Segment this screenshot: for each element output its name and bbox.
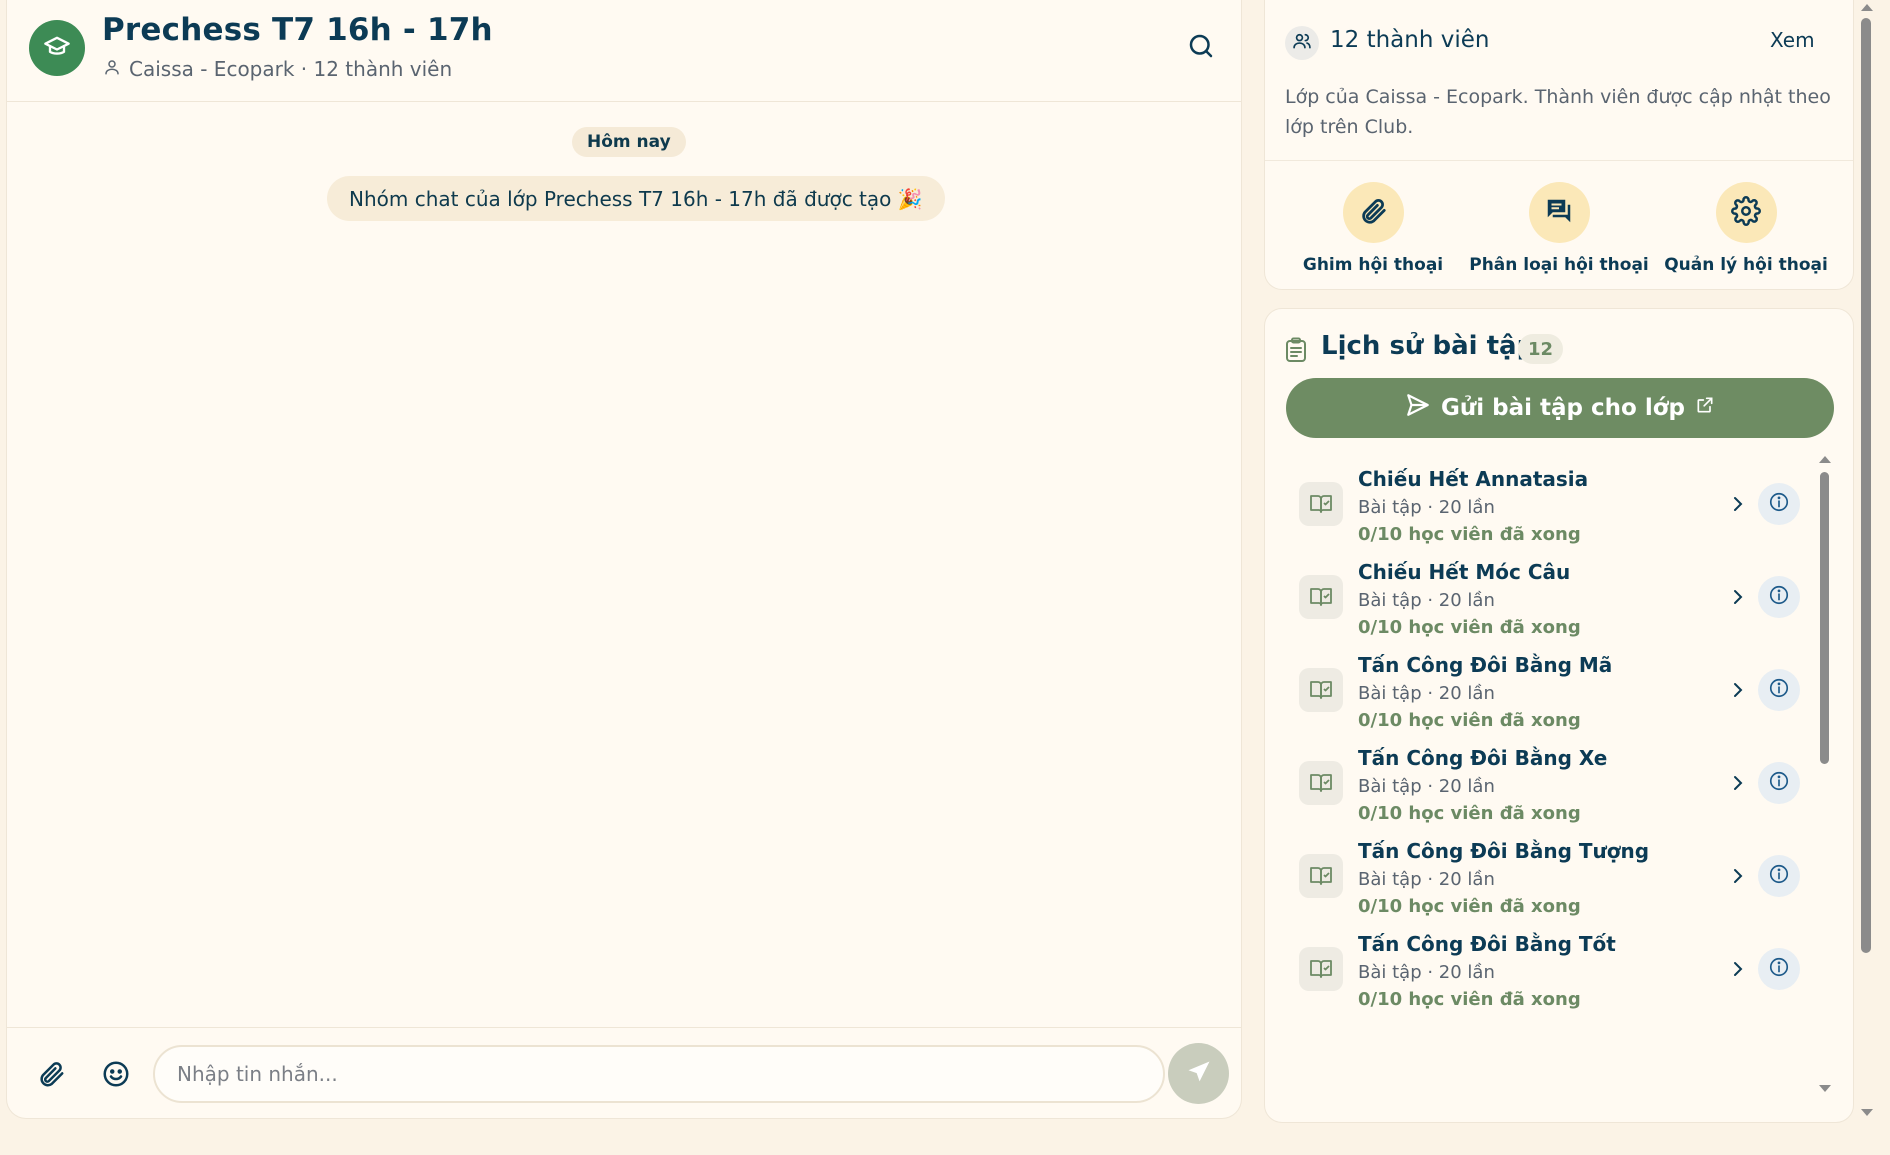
- send-homework-button[interactable]: Gửi bài tập cho lớp: [1286, 378, 1834, 438]
- graduation-cap-icon: [43, 32, 71, 64]
- book-check-icon: [1299, 854, 1343, 898]
- book-check-icon: [1299, 761, 1343, 805]
- page-scrollbar[interactable]: [1858, 0, 1874, 1120]
- homework-name: Tấn Công Đôi Bằng Mã: [1358, 653, 1613, 677]
- action-label: Quản lý hội thoại: [1664, 255, 1828, 275]
- homework-history-card: Lịch sử bài tập 12 Gửi bài tập cho lớp C…: [1264, 308, 1854, 1123]
- homework-progress: 0/10 học viên đã xong: [1358, 710, 1581, 731]
- info-button[interactable]: [1758, 948, 1800, 990]
- manage-conversation-button[interactable]: Quản lý hội thoại: [1651, 182, 1841, 275]
- info-button[interactable]: [1758, 855, 1800, 897]
- homework-progress: 0/10 học viên đã xong: [1358, 617, 1581, 638]
- homework-meta: Bài tập · 20 lần: [1358, 497, 1495, 518]
- group-avatar: [29, 20, 85, 76]
- homework-name: Chiếu Hết Móc Câu: [1358, 560, 1571, 584]
- info-button[interactable]: [1758, 669, 1800, 711]
- send-outline-icon: [1405, 392, 1431, 424]
- chevron-right-icon[interactable]: [1726, 864, 1750, 888]
- chat-panel: Prechess T7 16h - 17h Caissa - Ecopark ·…: [6, 0, 1242, 1119]
- homework-name: Tấn Công Đôi Bằng Tượng: [1358, 839, 1650, 863]
- action-label: Phân loại hội thoại: [1469, 255, 1649, 275]
- homework-meta: Bài tập · 20 lần: [1358, 683, 1495, 704]
- members-description: Lớp của Caissa - Ecopark. Thành viên đượ…: [1285, 86, 1831, 138]
- classify-conversation-button[interactable]: Phân loại hội thoại: [1464, 182, 1654, 275]
- search-button[interactable]: [1181, 28, 1221, 68]
- chevron-right-icon[interactable]: [1726, 957, 1750, 981]
- clipboard-icon: [1285, 337, 1307, 367]
- info-icon: [1768, 677, 1790, 703]
- paperclip-icon: [36, 1059, 66, 1093]
- homework-progress: 0/10 học viên đã xong: [1358, 524, 1581, 545]
- info-button[interactable]: [1758, 762, 1800, 804]
- chat-subtitle: Caissa - Ecopark · 12 thành viên: [103, 57, 452, 81]
- homework-progress: 0/10 học viên đã xong: [1358, 896, 1581, 917]
- homework-name: Tấn Công Đôi Bằng Xe: [1358, 746, 1608, 770]
- scroll-down-arrow[interactable]: [1861, 1109, 1873, 1116]
- homework-meta: Bài tập · 20 lần: [1358, 962, 1495, 983]
- members-title: 12 thành viên: [1330, 27, 1490, 53]
- system-message: Nhóm chat của lớp Prechess T7 16h - 17h …: [327, 176, 945, 221]
- attach-button[interactable]: [33, 1058, 69, 1094]
- chat-header: Prechess T7 16h - 17h Caissa - Ecopark ·…: [7, 0, 1241, 102]
- info-icon: [1768, 584, 1790, 610]
- view-members-link[interactable]: Xem: [1770, 28, 1815, 52]
- users-icon: [1292, 31, 1312, 55]
- chat-subtitle-text: Caissa - Ecopark · 12 thành viên: [129, 57, 453, 81]
- scroll-up-arrow[interactable]: [1861, 4, 1873, 11]
- send-icon: [1185, 1058, 1213, 1090]
- action-label: Ghim hội thoại: [1302, 255, 1444, 275]
- scroll-thumb[interactable]: [1861, 18, 1871, 953]
- homework-list-scrollbar[interactable]: [1817, 454, 1831, 1094]
- homework-meta: Bài tập · 20 lần: [1358, 869, 1495, 890]
- chat-bubbles-icon: [1544, 196, 1574, 230]
- homework-meta: Bài tập · 20 lần: [1358, 776, 1495, 797]
- message-composer: [7, 1027, 1241, 1118]
- scroll-thumb[interactable]: [1820, 472, 1829, 764]
- smiley-icon: [101, 1059, 131, 1093]
- homework-history-title: Lịch sử bài tập: [1321, 331, 1536, 361]
- gear-icon: [1731, 195, 1761, 230]
- send-message-button[interactable]: [1168, 1043, 1229, 1104]
- book-check-icon: [1299, 668, 1343, 712]
- chevron-right-icon[interactable]: [1726, 678, 1750, 702]
- homework-progress: 0/10 học viên đã xong: [1358, 989, 1581, 1010]
- chevron-right-icon[interactable]: [1726, 492, 1750, 516]
- action-icon-wrap: [1528, 182, 1590, 243]
- info-icon: [1768, 956, 1790, 982]
- info-icon: [1768, 770, 1790, 796]
- action-icon-wrap: [1715, 182, 1777, 243]
- info-button[interactable]: [1758, 576, 1800, 618]
- action-icon-wrap: [1342, 182, 1404, 243]
- members-card: 12 thành viên Xem Lớp của Caissa - Ecopa…: [1264, 0, 1854, 290]
- book-check-icon: [1299, 947, 1343, 991]
- emoji-button[interactable]: [98, 1058, 134, 1094]
- scroll-up-arrow[interactable]: [1819, 456, 1831, 463]
- book-check-icon: [1299, 482, 1343, 526]
- info-icon: [1768, 491, 1790, 517]
- info-button[interactable]: [1758, 483, 1800, 525]
- divider: [1265, 160, 1853, 161]
- message-input[interactable]: [153, 1045, 1165, 1103]
- chevron-right-icon[interactable]: [1726, 771, 1750, 795]
- homework-item[interactable]: Tấn Công Đôi Bằng Tốt Bài tập · 20 lần 0…: [1265, 919, 1825, 1031]
- homework-list: Chiếu Hết Annatasia Bài tập · 20 lần 0/1…: [1265, 454, 1825, 1094]
- book-check-icon: [1299, 575, 1343, 619]
- send-homework-label: Gửi bài tập cho lớp: [1441, 395, 1685, 421]
- homework-progress: 0/10 học viên đã xong: [1358, 803, 1581, 824]
- info-icon: [1768, 863, 1790, 889]
- external-link-icon: [1695, 395, 1715, 421]
- homework-name: Chiếu Hết Annatasia: [1358, 467, 1589, 491]
- paperclip-icon: [1358, 196, 1388, 230]
- homework-meta: Bài tập · 20 lần: [1358, 590, 1495, 611]
- pin-conversation-button[interactable]: Ghim hội thoại: [1278, 182, 1468, 275]
- date-separator: Hôm nay: [572, 127, 686, 157]
- homework-name: Tấn Công Đôi Bằng Tốt: [1358, 932, 1616, 956]
- homework-count-badge: 12: [1518, 334, 1564, 364]
- search-icon: [1186, 31, 1216, 65]
- person-icon: [103, 57, 121, 81]
- chat-title: Prechess T7 16h - 17h: [102, 12, 493, 48]
- chevron-right-icon[interactable]: [1726, 585, 1750, 609]
- members-icon-wrap: [1285, 26, 1319, 60]
- scroll-down-arrow[interactable]: [1819, 1085, 1831, 1092]
